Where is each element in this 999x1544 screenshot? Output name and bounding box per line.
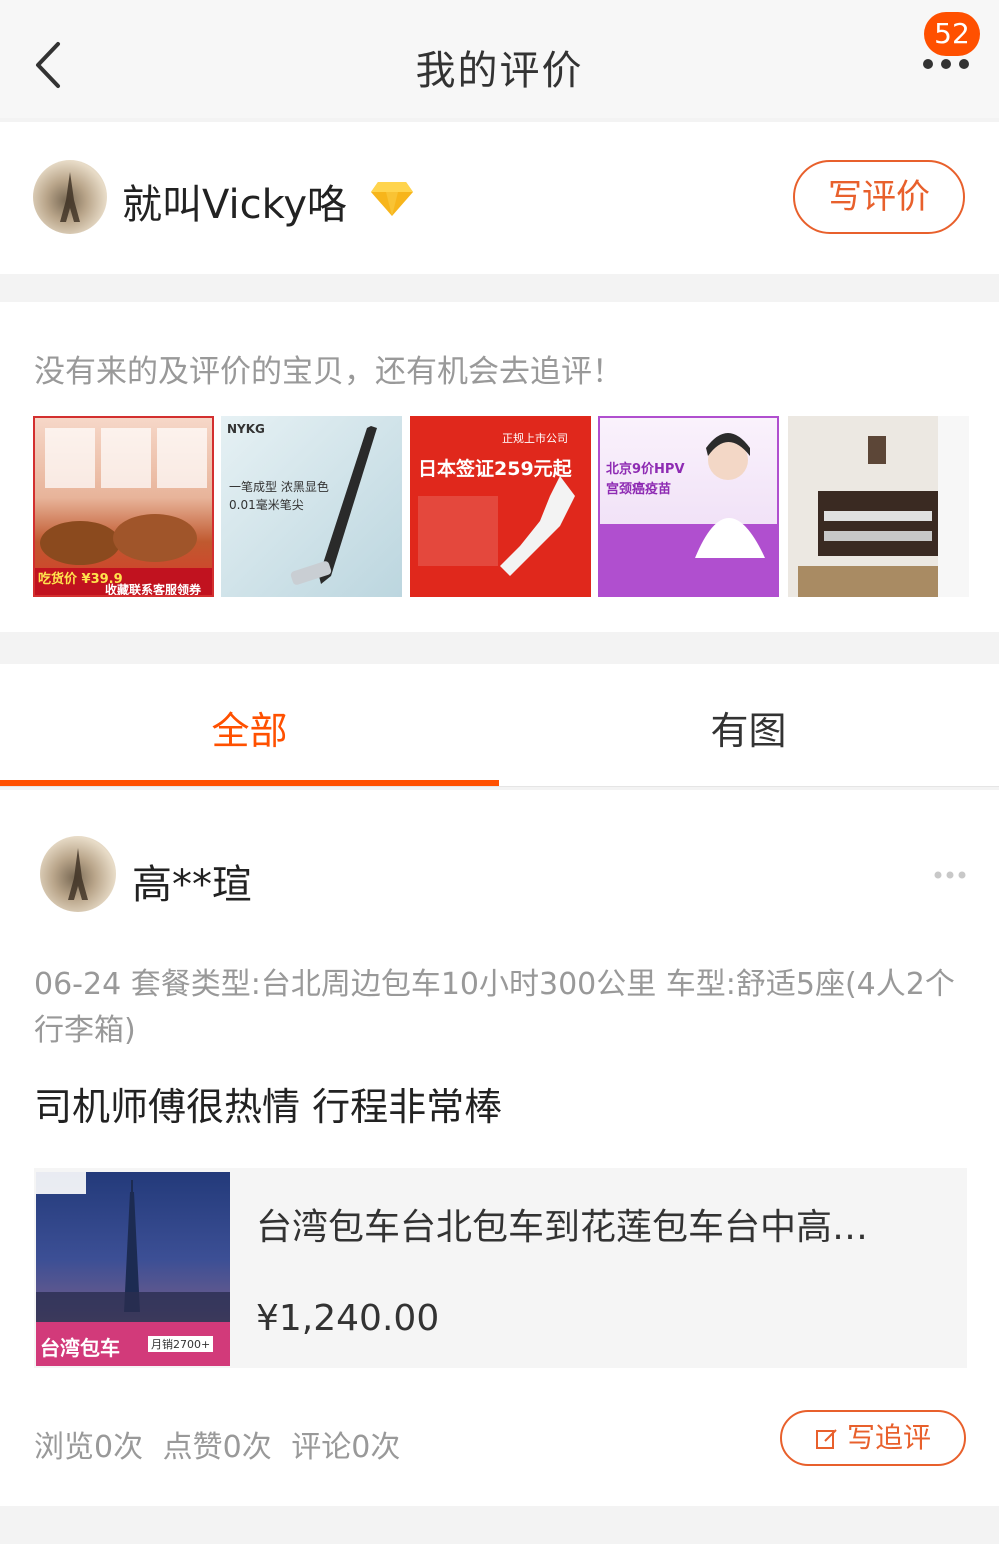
pending-item[interactable] — [788, 416, 969, 597]
pending-reviews-section: 没有来的及评价的宝贝，还有机会去追评！ 吃货价 ¥39.9 收藏联系客服领券 N… — [0, 302, 999, 632]
eiffel-tower-icon — [68, 848, 88, 900]
pending-item-caption: 日本签证259元起 — [418, 458, 572, 480]
review-stats: 浏览0次 点赞0次 评论0次 — [34, 1430, 401, 1465]
product-price: ¥1,240.00 — [256, 1298, 440, 1339]
pending-item-sub: 宫颈癌疫苗 — [606, 482, 672, 497]
review-meta: 06-24 套餐类型:台北周边包车10小时300公里 车型:舒适5座(4人2个行… — [34, 967, 955, 1048]
active-tab-indicator — [0, 780, 499, 786]
vip-diamond-icon — [371, 182, 413, 216]
pending-item-sub: 收藏联系客服领券 — [105, 583, 202, 597]
tab-with-images[interactable]: 有图 — [499, 700, 998, 755]
user-name: 就叫Vicky咯 — [122, 182, 347, 228]
product-image: 台湾包车 月销2700+ — [36, 1172, 230, 1366]
notification-badge: 52 — [924, 12, 980, 56]
pending-item[interactable]: 吃货价 ¥39.9 收藏联系客服领券 — [33, 416, 214, 597]
user-profile-card: 就叫Vicky咯 写评价 — [0, 122, 999, 274]
write-followup-label: 写追评 — [846, 1421, 931, 1454]
user-avatar[interactable] — [33, 160, 107, 234]
write-followup-button[interactable]: 写追评 — [780, 1410, 966, 1466]
reviewer-avatar[interactable] — [40, 836, 116, 912]
pending-item-brand: NYKG — [227, 422, 265, 436]
pending-item-caption: 一笔成型 浓黑显色 — [229, 480, 329, 494]
product-title: 台湾包车台北包车到花莲包车台中高… — [256, 1207, 869, 1248]
pending-item-caption: 北京9价HPV — [606, 462, 685, 477]
doctor-image — [695, 433, 765, 558]
pending-item[interactable]: 日本签证259元起 正规上市公司 — [410, 416, 591, 597]
write-review-button[interactable]: 写评价 — [793, 160, 965, 234]
product-image-label: 台湾包车 — [40, 1336, 120, 1360]
review-more-icon[interactable] — [934, 870, 966, 880]
pending-item[interactable]: NYKG 一笔成型 浓黑显色 0.01毫米笔尖 — [221, 416, 402, 597]
product-image-sub: 月销2700+ — [148, 1336, 214, 1352]
pending-item[interactable]: 北京9价HPV 宫颈癌疫苗 — [598, 416, 779, 597]
pending-hint: 没有来的及评价的宝贝，还有机会去追评！ — [34, 354, 623, 390]
review-tabs: 全部 有图 — [0, 664, 999, 787]
eiffel-tower-icon — [60, 172, 80, 222]
product-card[interactable]: 台湾包车 月销2700+ 台湾包车台北包车到花莲包车台中高… ¥1,240.00 — [34, 1168, 967, 1368]
top-navigation-bar: 我的评价 52 — [0, 0, 999, 118]
page-title: 我的评价 — [415, 48, 584, 94]
pending-item-sub: 正规上市公司 — [502, 432, 568, 445]
edit-icon — [815, 1429, 837, 1449]
pending-item-sub: 0.01毫米笔尖 — [229, 498, 304, 512]
review-text: 司机师傅很热情 行程非常棒 — [34, 1085, 503, 1129]
review-card: 高**瑄 06-24 套餐类型:台北周边包车10小时300公里 车型:舒适5座(… — [0, 790, 999, 1506]
shoe-rack-image — [788, 416, 969, 597]
reviewer-name: 高**瑄 — [132, 862, 252, 908]
tab-all[interactable]: 全部 — [0, 700, 499, 755]
